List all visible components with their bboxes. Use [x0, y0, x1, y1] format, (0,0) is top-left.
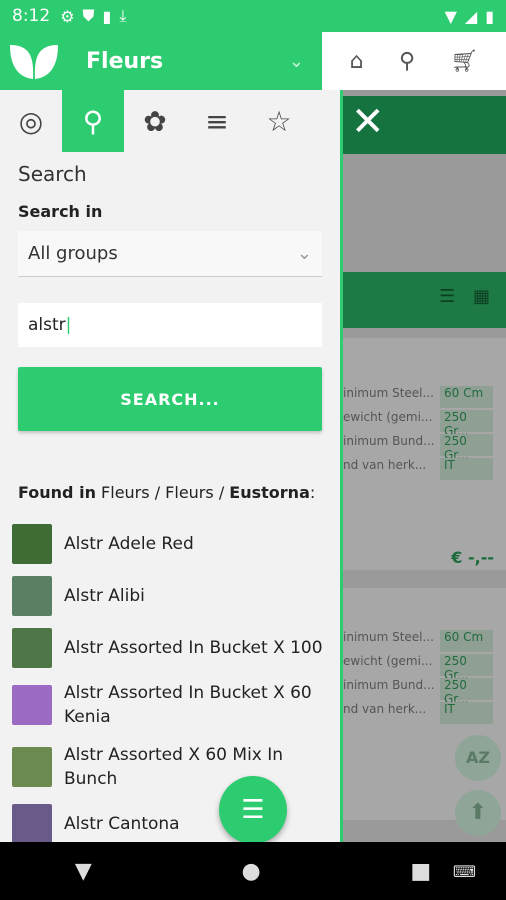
- product-thumbnail: [12, 524, 52, 564]
- spec-row: nd van herk... IT: [343, 458, 493, 480]
- spec-row: nd van herk... IT: [343, 702, 493, 724]
- background-toolbar: ☰ ▦: [343, 272, 506, 328]
- spec-row: inimum Steel... 60 Cm: [343, 386, 493, 408]
- spec-row: ewicht (gemi... 250 Gr...: [343, 654, 493, 682]
- search-drawer: ◎ ⚲ ✿ ≡ ☆ Search Search in All groups ⌄ …: [0, 90, 343, 842]
- product-thumbnail: [12, 628, 52, 668]
- back-icon[interactable]: ▼: [75, 859, 92, 884]
- globe-icon: ◎: [18, 104, 44, 138]
- sd-card-icon: ▮: [102, 6, 112, 26]
- home-icon[interactable]: ⌂: [350, 49, 364, 74]
- group-select-value: All groups: [28, 243, 118, 264]
- drawer-tabs: ◎ ⚲ ✿ ≡ ☆: [0, 90, 340, 152]
- list-item[interactable]: Alstr Assorted In Bucket X 60 Kenia: [0, 674, 340, 736]
- chevron-down-icon: ⌄: [296, 243, 312, 264]
- filter-icon: ≡: [205, 104, 229, 138]
- product-thumbnail: [12, 685, 52, 725]
- system-navbar: ▼ ● ■ ⌨: [0, 842, 506, 900]
- product-price: € -,--: [451, 548, 494, 567]
- results-list: Alstr Adele Red Alstr Alibi Alstr Assort…: [0, 502, 340, 842]
- spec-row: inimum Bund... 250 Gr...: [343, 434, 493, 462]
- list-item[interactable]: Alstr Assorted X 60 Mix In Bunch: [0, 736, 340, 798]
- section-title: Search: [18, 162, 87, 186]
- list-item[interactable]: Alstr Cantona: [0, 798, 340, 842]
- product-thumbnail: [12, 804, 52, 842]
- product-thumbnail: [12, 576, 52, 616]
- signal-icon: ◢: [464, 6, 478, 26]
- found-in-breadcrumb: Found in Fleurs / Fleurs / Eustorna:: [18, 483, 316, 502]
- status-icons-right: ▼ ◢ ▮: [445, 7, 494, 26]
- close-icon[interactable]: ✕: [351, 102, 385, 142]
- tab-filter[interactable]: ≡: [186, 90, 248, 152]
- search-input[interactable]: alstr |: [18, 303, 322, 347]
- grid-view-icon[interactable]: ▦: [473, 286, 490, 307]
- download-icon: ⤓: [119, 6, 127, 25]
- chevron-down-icon[interactable]: ⌄: [289, 51, 304, 72]
- scroll-top-button[interactable]: ⬆: [455, 790, 501, 836]
- flower-icon: ✿: [143, 104, 167, 138]
- tab-language[interactable]: ◎: [0, 90, 62, 152]
- list-item[interactable]: Alstr Assorted In Bucket X 100: [0, 622, 340, 674]
- search-button[interactable]: SEARCH...: [18, 367, 322, 431]
- tab-search[interactable]: ⚲: [62, 90, 124, 152]
- search-in-label: Search in: [18, 202, 103, 221]
- spec-row: inimum Bund... 250 Gr...: [343, 678, 493, 706]
- search-input-value: alstr: [28, 315, 66, 335]
- product-card: inimum Steel... 60 Cm ewicht (gemi... 250 …: [343, 588, 506, 820]
- search-icon: ⚲: [82, 104, 104, 138]
- product-card: inimum Steel... 60 Cm ewicht (gemi... 250 …: [343, 338, 506, 570]
- tab-favorites[interactable]: ☆: [248, 90, 310, 152]
- keyboard-icon[interactable]: ⌨: [453, 862, 476, 881]
- product-thumbnail: [12, 747, 52, 787]
- app-title: Fleurs: [86, 48, 164, 74]
- top-actions: ⌂ ⚲ 🛒︎: [322, 32, 506, 90]
- group-select[interactable]: All groups ⌄: [18, 231, 322, 277]
- status-time: 8:12: [12, 6, 51, 26]
- search-icon[interactable]: ⚲: [399, 49, 415, 74]
- menu-fab[interactable]: ☰: [219, 776, 287, 844]
- spec-row: ewicht (gemi... 250 Gr...: [343, 410, 493, 438]
- list-icon: ☰: [241, 795, 265, 825]
- sort-az-button[interactable]: AZ: [455, 735, 501, 781]
- status-icons-left: ⚙ ⛊ ▮ ⤓: [60, 6, 126, 26]
- star-icon: ☆: [266, 104, 292, 138]
- cart-icon[interactable]: 🛒︎: [450, 49, 478, 74]
- list-item[interactable]: Alstr Alibi: [0, 570, 340, 622]
- list-view-icon[interactable]: ☰: [439, 286, 455, 307]
- spec-row: inimum Steel... 60 Cm: [343, 630, 493, 652]
- wifi-icon: ▼: [444, 6, 457, 26]
- drawer-header: Fleurs ⌄: [0, 32, 322, 90]
- home-circle-icon[interactable]: ●: [241, 859, 260, 884]
- background-content: ✕ ☰ ▦ inimum Steel... 60 Cm ewicht (gemi.…: [343, 90, 506, 842]
- list-item[interactable]: Alstr Adele Red: [0, 518, 340, 570]
- settings-icon: ⚙: [60, 6, 75, 26]
- status-bar: 8:12 ⚙ ⛊ ▮ ⤓ ▼ ◢ ▮: [0, 0, 506, 32]
- battery-icon: ▮: [485, 6, 494, 26]
- shield-icon: ⛊: [82, 6, 95, 25]
- tab-settings[interactable]: ✿: [124, 90, 186, 152]
- leaf-logo-icon: [10, 45, 58, 79]
- recents-icon[interactable]: ■: [410, 859, 431, 884]
